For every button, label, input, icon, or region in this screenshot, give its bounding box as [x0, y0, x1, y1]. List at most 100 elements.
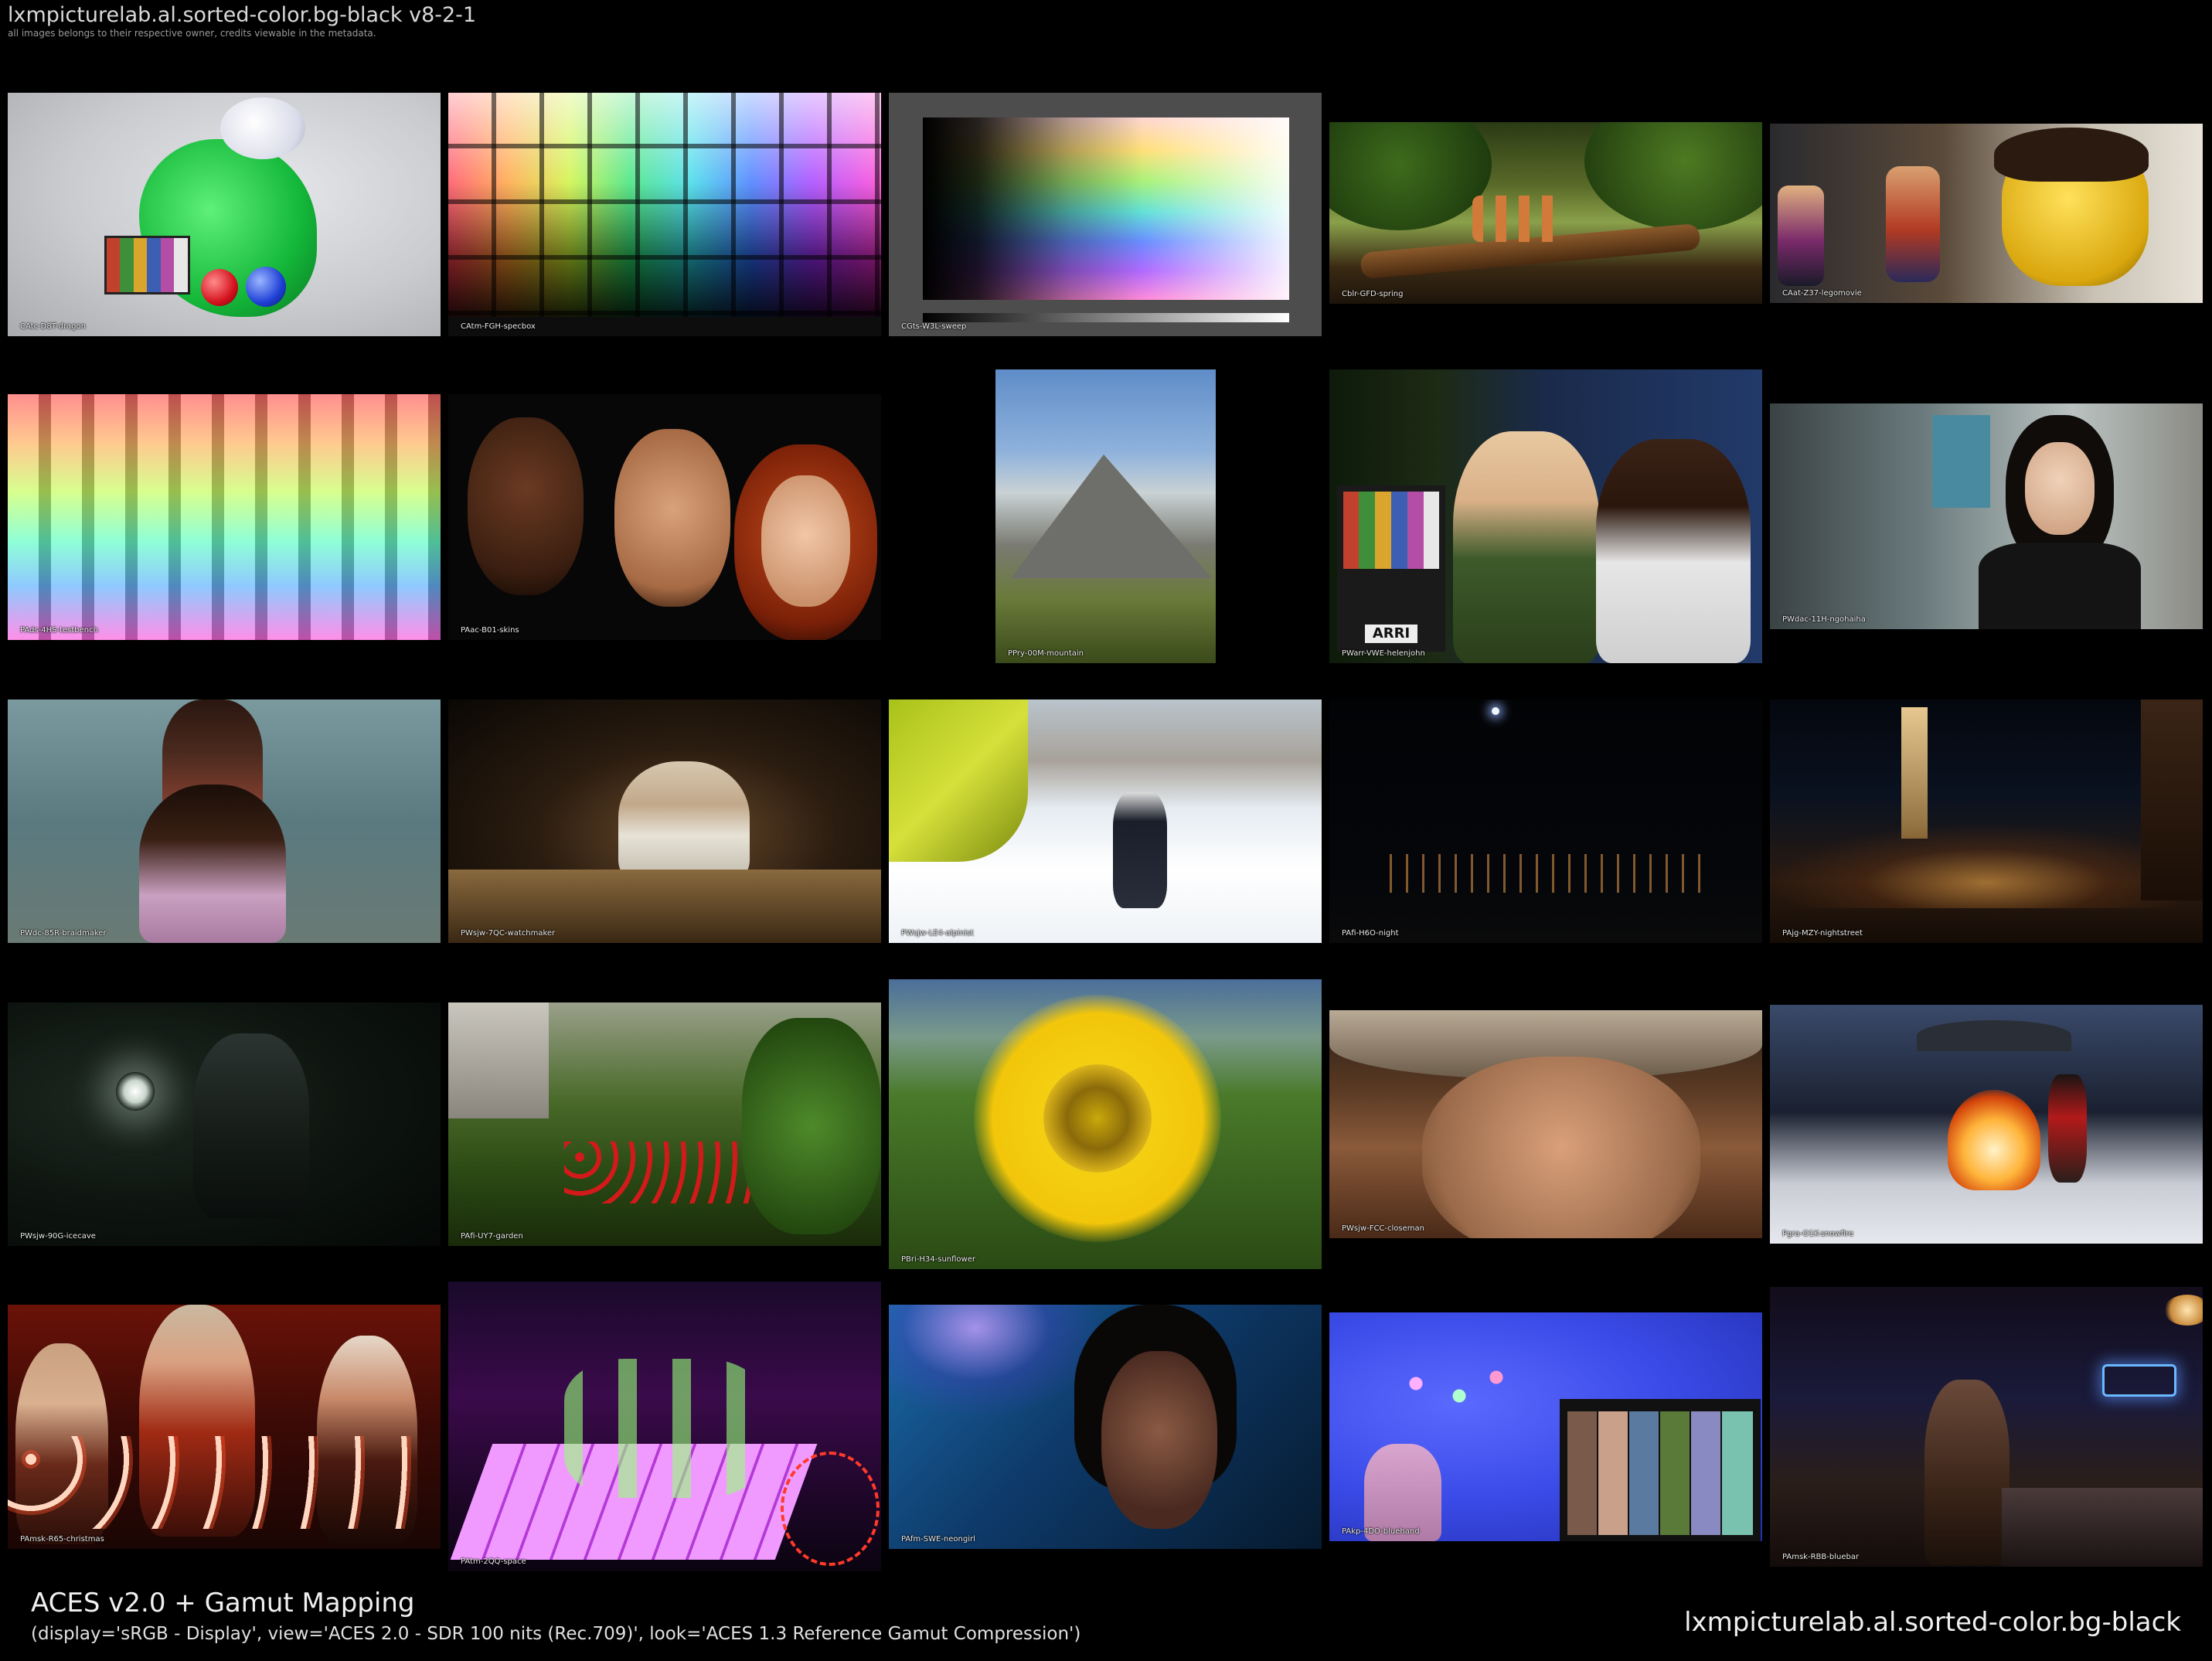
face-center: [614, 429, 730, 607]
person-body: [1979, 543, 2141, 629]
image-tile: PWsjw-7QC-watchmaker: [448, 699, 881, 943]
arri-logo: ARRI: [1365, 625, 1417, 643]
headlamp-glow: [116, 1072, 155, 1111]
tile-label: CGts-W3L-sweep: [901, 322, 967, 331]
image-tile: CGts-W3L-sweep: [889, 93, 1322, 336]
tile-label: PAmsk-RBB-bluebar: [1782, 1553, 1860, 1561]
tile-label: PWarr-VWE-helenjohn: [1342, 649, 1425, 658]
image-tile: PAjg-MZY-nightstreet: [1770, 699, 2203, 943]
face-closeup: [1422, 1057, 1700, 1238]
image-tile: PAfi-UY7-garden: [448, 1002, 881, 1246]
bar-tables: [2002, 1488, 2203, 1567]
tile-label: PBri-H34-sunflower: [901, 1255, 975, 1264]
fire-glow: [1948, 1090, 2040, 1190]
bar-lamp: [2164, 1295, 2203, 1326]
image-tile: PBri-H34-sunflower: [889, 979, 1322, 1269]
red-ball: [201, 269, 238, 306]
dancers: [564, 1359, 765, 1498]
face-left: [468, 417, 584, 595]
sweep-spectrum: [923, 117, 1289, 300]
sparkles: [1391, 1359, 1515, 1421]
cave-explorer: [193, 1033, 309, 1219]
blue-ball: [246, 267, 286, 307]
shrub: [742, 1018, 881, 1234]
person-left: [1453, 431, 1600, 663]
tree-canopy-right: [1584, 122, 1762, 230]
woman-at-bar: [1924, 1380, 2010, 1565]
building-right: [2141, 699, 2203, 900]
street-lamps: [1770, 823, 2203, 908]
color-chart: [104, 236, 190, 294]
tile-label: CAtm-FGH-specbox: [461, 322, 536, 331]
image-tile: CAat-Z37-legomovie: [1770, 124, 2203, 303]
face-right: [761, 475, 850, 607]
sweep-chart: [923, 117, 1289, 300]
stone-wall: [448, 1002, 549, 1118]
testbench-grid: [8, 394, 441, 640]
image-tile: PWdac-11H-ngohaiha: [1770, 403, 2203, 629]
characters: [1472, 196, 1565, 242]
tile-label: PWsjw-FCC-closeman: [1342, 1224, 1424, 1233]
specbox-cells: [448, 93, 881, 317]
yellow-sleeve: [889, 699, 1028, 862]
image-tile: PAac-B01-skins: [448, 394, 881, 640]
image-tile: Cblr-GFD-spring: [1329, 122, 1762, 304]
tile-label: PPry-00M-mountain: [1008, 649, 1084, 658]
street-light: [1492, 707, 1499, 715]
lego-figure-left: [1778, 186, 1824, 286]
tile-label: PAfm-SWE-neongirl: [901, 1535, 975, 1544]
tile-label: PAac-B01-skins: [461, 626, 519, 635]
image-tile: PAfi-H6O-night: [1329, 699, 1762, 943]
tile-label: PAtm-2QQ-space: [461, 1557, 526, 1566]
tile-label: CAat-Z37-legomovie: [1782, 289, 1862, 298]
checker-patches: [1343, 492, 1439, 569]
climber: [1113, 792, 1167, 908]
image-tile: PAkp-4DO-bluehand: [1329, 1312, 1762, 1541]
city-lights: [1376, 854, 1700, 893]
page-title: lxmpicturelab.al.sorted-color.bg-black v…: [8, 3, 477, 27]
footer-parameters: (display='sRGB - Display', view='ACES 2.…: [31, 1624, 1081, 1644]
image-tile: PAfm-SWE-neongirl: [889, 1305, 1322, 1549]
image-tile: PWsjw-FCC-closeman: [1329, 1010, 1762, 1238]
string-lights: [8, 1436, 441, 1529]
image-tile: Pgra-O1K-snowfire: [1770, 1005, 2203, 1244]
person-right: [1596, 439, 1751, 663]
tile-label: PWsjw-7QC-watchmaker: [461, 929, 556, 938]
tile-label: PAfi-UY7-garden: [461, 1232, 523, 1241]
sunflower-center: [1043, 1064, 1152, 1173]
tile-label: PWsjw-90G-icecave: [20, 1232, 96, 1241]
tree-canopy-left: [1329, 122, 1492, 230]
image-tile: CAtc-D8T-dragon: [8, 93, 441, 336]
face-neongirl: [1101, 1351, 1217, 1529]
checker-patches: [1567, 1411, 1753, 1535]
mountain-peak: [1011, 454, 1212, 578]
dragon-hat: [220, 97, 305, 159]
red-light-trail: [781, 1452, 880, 1566]
tile-label: PAmsk-R65-christmas: [20, 1535, 104, 1544]
red-flowers: [564, 1142, 765, 1203]
tile-label: PAds-4HS-testbench: [20, 626, 98, 635]
color-checker-card: [1560, 1399, 1761, 1541]
neon-sign: [2102, 1364, 2176, 1397]
tile-label: PAfi-H6O-night: [1342, 929, 1399, 938]
tile-label: CAtc-D8T-dragon: [20, 322, 86, 331]
lego-figure-small: [1886, 166, 1940, 282]
image-tile: PAtm-2QQ-space: [448, 1281, 881, 1571]
tile-label: PAjg-MZY-nightstreet: [1782, 929, 1863, 938]
image-tile: PWdc-85R-braidmaker: [8, 699, 441, 943]
tile-label: PWdc-85R-braidmaker: [20, 929, 107, 938]
gazebo-roof: [1917, 1020, 2071, 1051]
church-tower: [1901, 707, 1928, 839]
image-tile: CAtm-FGH-specbox: [448, 93, 881, 336]
color-checker: ARRI: [1337, 485, 1445, 652]
image-tile: PAds-4HS-testbench: [8, 394, 441, 640]
image-tile: PAmsk-R65-christmas: [8, 1305, 441, 1549]
footer-set-name: lxmpicturelab.al.sorted-color.bg-black: [1684, 1607, 2181, 1638]
tile-label: PAkp-4DO-bluehand: [1342, 1527, 1420, 1536]
image-tile: PAmsk-RBB-bluebar: [1770, 1287, 2203, 1567]
sweep-gray-ramp: [923, 313, 1289, 322]
person-red-jacket: [2048, 1074, 2087, 1183]
page-credits: all images belongs to their respective o…: [8, 28, 376, 39]
window-blue: [1932, 415, 1990, 508]
tile-label: Pgra-O1K-snowfire: [1782, 1230, 1854, 1238]
